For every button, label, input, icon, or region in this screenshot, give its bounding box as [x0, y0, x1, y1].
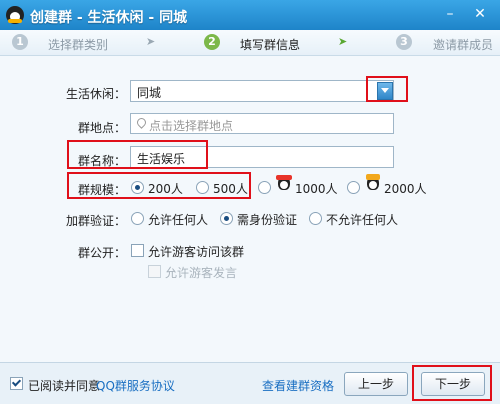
verify-anyone-label: 允许任何人: [148, 213, 209, 227]
step-1-label: 选择群类别: [48, 38, 109, 52]
view-qualification-link[interactable]: 查看建群资格: [262, 377, 334, 394]
verify-nobody-radio[interactable]: [309, 212, 322, 225]
highlight-box: [412, 365, 492, 401]
guest-access-checkbox[interactable]: [131, 244, 144, 257]
location-input[interactable]: 点击选择群地点: [130, 113, 394, 134]
step-arrow-icon: ➤: [146, 35, 156, 48]
verify-label: 加群验证：: [65, 214, 126, 228]
service-agreement-link[interactable]: QQ群服务协议: [96, 377, 175, 394]
location-pin-icon: [135, 116, 148, 129]
qq-penguin-icon: [6, 6, 24, 24]
size-2000-label: 2000人: [384, 182, 427, 196]
agree-text: 已阅读并同意: [28, 379, 101, 393]
step-1-number: 1: [12, 34, 28, 50]
size-2000-radio[interactable]: [347, 181, 360, 194]
location-placeholder: 点击选择群地点: [149, 119, 234, 133]
step-2-label: 填写群信息: [240, 38, 301, 52]
verify-nobody-label: 不允许任何人: [326, 213, 399, 227]
step-3-number: 3: [396, 34, 412, 50]
verify-identity-radio[interactable]: [220, 212, 233, 225]
checkmark-icon: [11, 377, 22, 387]
highlight-box: [67, 172, 251, 199]
highlight-box: [366, 76, 408, 102]
category-label: 生活休闲：: [65, 87, 126, 101]
category-value: 同城: [137, 86, 162, 100]
guest-speak-checkbox[interactable]: [148, 265, 161, 278]
location-label: 群地点：: [77, 121, 126, 135]
verify-anyone-radio[interactable]: [131, 212, 144, 225]
size-1000-radio[interactable]: [258, 181, 271, 194]
vip-penguin-icon: [276, 175, 292, 194]
public-label: 群公开：: [77, 246, 126, 260]
category-select[interactable]: 同城: [130, 80, 394, 102]
step-indicator: 1 选择群类别 ➤ 2 填写群信息 ➤ 3 邀请群成员: [0, 30, 500, 56]
svip-penguin-icon: [365, 174, 381, 194]
title-bar: 创建群 - 生活休闲 - 同城 – ✕: [0, 0, 500, 30]
window-title: 创建群 - 生活休闲 - 同城: [30, 10, 188, 26]
step-arrow-icon: ➤: [338, 35, 348, 48]
guest-speak-label: 允许游客发言: [165, 266, 238, 280]
step-3-label: 邀请群成员: [433, 38, 494, 52]
agree-checkbox[interactable]: [10, 377, 23, 390]
prev-step-button[interactable]: 上一步: [344, 372, 408, 396]
minimize-button[interactable]: –: [440, 4, 460, 24]
footer-bar: 已阅读并同意 QQ群服务协议 查看建群资格 上一步 下一步: [0, 362, 500, 404]
size-1000-label: 1000人: [295, 182, 338, 196]
highlight-box: [67, 140, 208, 169]
guest-access-label: 允许游客访问该群: [148, 245, 245, 259]
close-button[interactable]: ✕: [470, 4, 490, 24]
verify-identity-label: 需身份验证: [237, 213, 298, 227]
step-2-number: 2: [204, 34, 220, 50]
